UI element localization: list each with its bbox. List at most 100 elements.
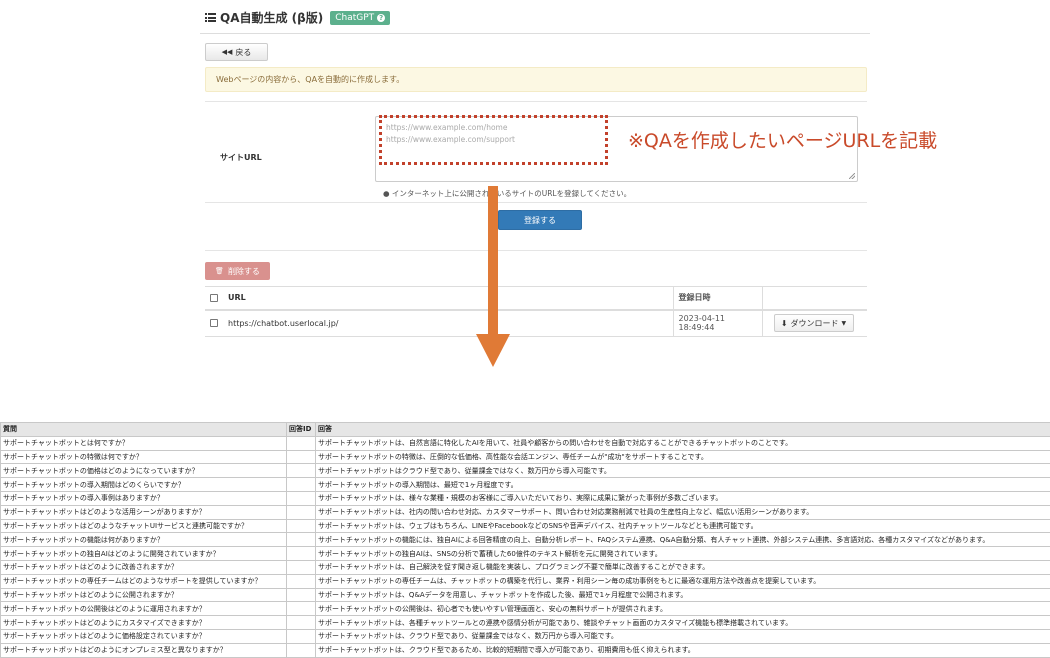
resize-grip-icon[interactable]	[849, 173, 855, 179]
table-row: サポートチャットボットの導入事例はありますか？ サポートチャットボットは、様々な業…	[0, 490, 1050, 506]
annotation-text: ※QAを作成したいページURLを記載	[628, 130, 938, 152]
question-cell: サポートチャットボットの導入期間はどのくらいですか？	[0, 477, 287, 492]
url-table: URL 登録日時 https://chatbot.userlocal.jp/ 2…	[205, 286, 867, 337]
select-all-checkbox[interactable]	[210, 293, 218, 302]
question-cell: サポートチャットボットはどのように価格設定されていますか？	[0, 628, 287, 644]
table-row: サポートチャットボットの専任チームはどのようなサポートを提供していますか？ サポー…	[0, 573, 1050, 589]
caret-down-icon: ▼	[841, 319, 847, 327]
answer-cell: サポートチャットボットは、クラウド型であるため、比較的短期間で導入が可能であり、…	[315, 642, 1050, 658]
url-table-header: URL 登録日時	[205, 286, 867, 311]
table-row: サポートチャットボットはどのように改善されますか？ サポートチャットボットは、自己…	[0, 559, 1050, 575]
action-cell: ⬇ ダウンロード ▼	[761, 309, 867, 337]
table-row: サポートチャットボットの独自AIはどのように開発されていますか？ サポートチャット…	[0, 546, 1050, 561]
answer-cell: サポートチャットボットは、ウェブはもちろん、LINEやFacebookなどのSN…	[315, 518, 1050, 534]
info-notice: Webページの内容から、QAを自動的に作成します。	[205, 67, 867, 92]
title-divider	[200, 33, 870, 34]
answer-id-cell	[286, 504, 316, 520]
answer-id-cell	[286, 642, 316, 658]
list-icon	[205, 13, 216, 22]
table-row: サポートチャットボットとは何ですか？ サポートチャットボットは、自然言語に特化した…	[0, 435, 1050, 451]
answer-id-cell	[286, 559, 316, 575]
answer-cell: サポートチャットボットの公開後は、初心者でも使いやすい管理画面と、安心の無料サポ…	[315, 601, 1050, 617]
table-row: サポートチャットボットはどのようにカスタマイズできますか？ サポートチャットボット…	[0, 615, 1050, 630]
download-icon: ⬇	[780, 318, 788, 328]
qa-generator-panel: QA自動生成 (β版) ChatGPT ? ◀◀ 戻る Webページの内容から、…	[200, 0, 875, 345]
table-row: サポートチャットボットはどのようにオンプレミス型と異なりますか？ サポートチャット…	[0, 642, 1050, 658]
question-cell: サポートチャットボットの公開後はどのように運用されますか？	[0, 601, 287, 617]
date-column-header: 登録日時	[672, 286, 762, 311]
delete-button-label: 削除する	[227, 266, 260, 276]
url-column-header: URL	[223, 286, 673, 311]
answer-cell: サポートチャットボットは、自然言語に特化したAIを用いて、社員や顧客からの問い合…	[315, 435, 1050, 451]
qa-table-body: サポートチャットボットとは何ですか？ サポートチャットボットは、自然言語に特化した…	[0, 435, 1050, 658]
table-row: サポートチャットボットの公開後はどのように運用されますか？ サポートチャットボット…	[0, 601, 1050, 617]
download-button-label: ダウンロード	[790, 318, 839, 328]
download-button[interactable]: ⬇ ダウンロード ▼	[773, 314, 854, 333]
down-arrow-shaft	[488, 186, 498, 336]
question-cell: サポートチャットボットはどのように公開されますか？	[0, 587, 287, 603]
answer-id-cell	[286, 628, 316, 644]
action-column-header	[761, 286, 867, 311]
question-cell: サポートチャットボットとは何ですか？	[0, 435, 287, 451]
url-help-text: ● インターネット上に公開されているサイトのURLを登録してください。	[383, 189, 632, 198]
question-cell: サポートチャットボットの特徴は何ですか？	[0, 449, 287, 465]
qa-table-header: 質問 回答ID 回答	[0, 422, 1050, 437]
table-row: サポートチャットボットはどのようなチャットUIサービスと連携可能ですか？ サポート…	[0, 518, 1050, 534]
answer-id-cell	[286, 490, 316, 506]
answer-id-cell	[286, 435, 316, 451]
table-row: サポートチャットボットの導入期間はどのくらいですか？ サポートチャットボットの導入…	[0, 477, 1050, 492]
answer-cell: サポートチャットボットは、様々な業種・規模のお客様にご導入いただいており、実際に…	[315, 490, 1050, 506]
answer-id-cell	[286, 587, 316, 603]
qa-result-table: 質問 回答ID 回答 サポートチャットボットとは何ですか？ サポートチャットボット…	[0, 422, 1050, 658]
answer-id-cell	[286, 573, 316, 589]
answer-cell: サポートチャットボットの専任チームは、チャットボットの構築を代行し、業界・利用シ…	[315, 573, 1050, 589]
answer-cell: サポートチャットボットはクラウド型であり、従量課金ではなく、数万円から導入可能で…	[315, 463, 1050, 479]
register-button[interactable]: 登録する	[498, 210, 582, 230]
title-row: QA自動生成 (β版) ChatGPT ?	[205, 9, 391, 26]
answer-id-cell	[286, 449, 316, 465]
answer-id-cell	[286, 518, 316, 534]
answer-id-column-header: 回答ID	[286, 422, 316, 437]
answer-cell: サポートチャットボットは、Q&Aデータを用意し、チャットボットを作成した後、最短…	[315, 587, 1050, 603]
back-button[interactable]: ◀◀ 戻る	[205, 43, 268, 61]
table-row: サポートチャットボットはどのように価格設定されていますか？ サポートチャットボット…	[0, 628, 1050, 644]
answer-cell: サポートチャットボットは、クラウド型であり、従量課金ではなく、数万円から導入可能…	[315, 628, 1050, 644]
back-icon: ◀◀	[221, 48, 233, 56]
question-cell: サポートチャットボットはどのようにカスタマイズできますか？	[0, 615, 287, 630]
row-checkbox[interactable]	[210, 319, 218, 328]
page-title: QA自動生成 (β版)	[220, 11, 324, 25]
question-cell: サポートチャットボットの機能は何がありますか？	[0, 532, 287, 548]
answer-column-header: 回答	[315, 422, 1050, 437]
question-cell: サポートチャットボットの独自AIはどのように開発されていますか？	[0, 546, 287, 561]
question-cell: サポートチャットボットはどのように改善されますか？	[0, 559, 287, 575]
answer-cell: サポートチャットボットは、社内の問い合わせ対応、カスタマーサポート、問い合わせ対…	[315, 504, 1050, 520]
form-panel-border	[205, 250, 867, 251]
down-arrow-icon	[476, 334, 510, 367]
url-cell: https://chatbot.userlocal.jp/	[223, 309, 673, 337]
delete-button[interactable]: 🗑 削除する	[205, 262, 270, 280]
date-cell: 2023-04-11 18:49:44	[672, 309, 762, 337]
answer-id-cell	[286, 532, 316, 548]
row-select-cell	[205, 309, 223, 337]
help-icon[interactable]: ?	[377, 13, 386, 22]
chatgpt-badge-label: ChatGPT	[335, 12, 375, 23]
table-row: サポートチャットボットの特徴は何ですか？ サポートチャットボットの特徴は、圧倒的な…	[0, 449, 1050, 465]
site-url-label: サイトURL	[220, 153, 262, 162]
chatgpt-badge: ChatGPT ?	[330, 10, 391, 25]
answer-cell: サポートチャットボットは、自己解決を促す聞き返し機能を実装し、プログラミング不要…	[315, 559, 1050, 575]
answer-id-cell	[286, 615, 316, 630]
question-column-header: 質問	[0, 422, 287, 437]
question-cell: サポートチャットボットの専任チームはどのようなサポートを提供していますか？	[0, 573, 287, 589]
answer-cell: サポートチャットボットの導入期間は、最短で1ヶ月程度です。	[315, 477, 1050, 492]
back-button-label: 戻る	[235, 47, 252, 57]
question-cell: サポートチャットボットはどのような活用シーンがありますか？	[0, 504, 287, 520]
form-divider	[205, 202, 867, 203]
question-cell: サポートチャットボットの導入事例はありますか？	[0, 490, 287, 506]
trash-icon: 🗑	[215, 267, 224, 275]
answer-id-cell	[286, 601, 316, 617]
question-cell: サポートチャットボットの価格はどのようになっていますか？	[0, 463, 287, 479]
answer-id-cell	[286, 463, 316, 479]
answer-cell: サポートチャットボットは、各種チャットツールとの連携や感情分析が可能であり、雑談…	[315, 615, 1050, 630]
table-row: サポートチャットボットはどのような活用シーンがありますか？ サポートチャットボット…	[0, 504, 1050, 520]
answer-cell: サポートチャットボットの独自AIは、SNSの分析で蓄積した60億件のテキスト解析…	[315, 546, 1050, 561]
